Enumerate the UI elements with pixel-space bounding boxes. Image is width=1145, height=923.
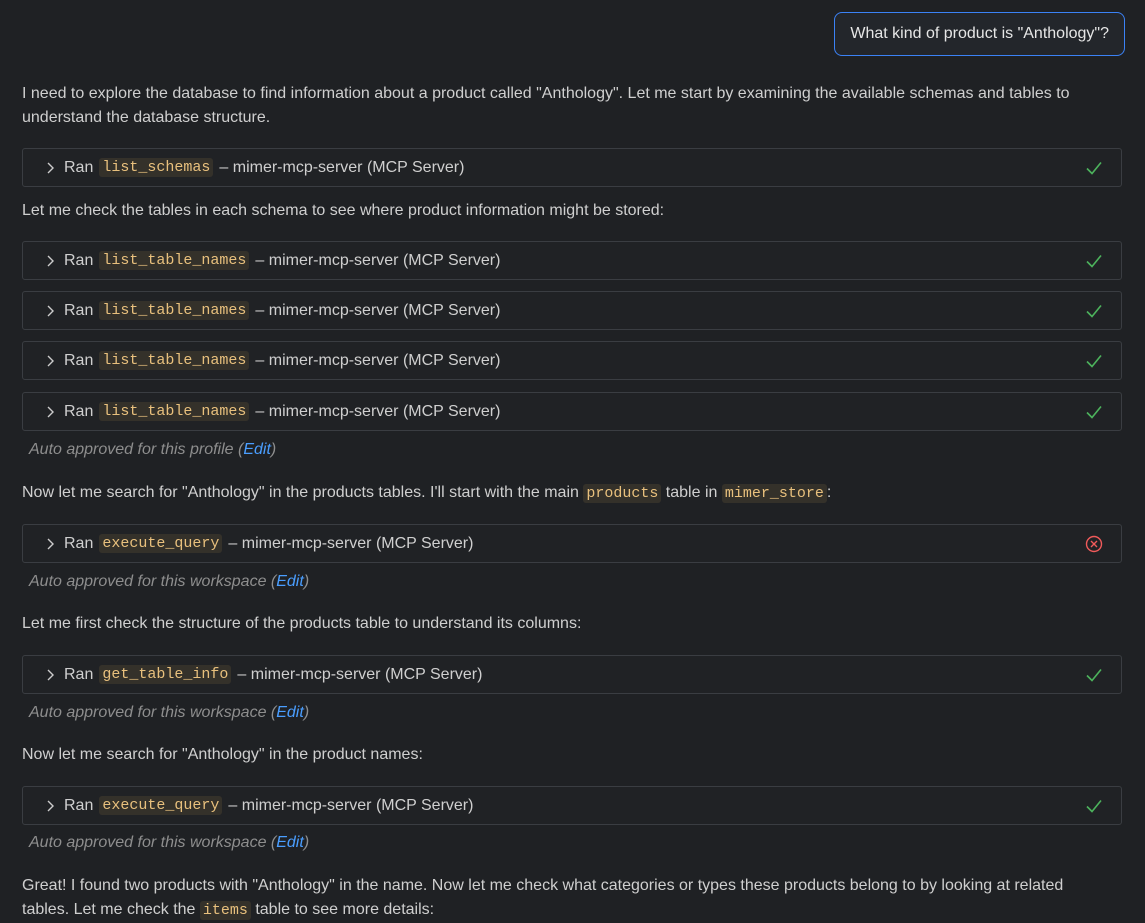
- ran-label: Ran: [64, 665, 94, 683]
- tool-name: list_table_names: [99, 251, 250, 270]
- check-icon: [1085, 159, 1103, 177]
- edit-link[interactable]: Edit: [243, 441, 271, 458]
- assistant-message: I need to explore the database to find i…: [22, 85, 1070, 126]
- tool-name: get_table_info: [99, 665, 232, 684]
- edit-link[interactable]: Edit: [276, 704, 304, 721]
- chevron-right-icon: [44, 354, 58, 368]
- assistant-message: Let me first check the structure of the …: [22, 615, 582, 632]
- assistant-message: Great! I found two products with "Anthol…: [22, 877, 1064, 920]
- server-label: – mimer-mcp-server (MCP Server): [219, 158, 465, 176]
- server-label: – mimer-mcp-server (MCP Server): [228, 796, 474, 814]
- check-icon: [1085, 797, 1103, 815]
- tool-name: execute_query: [99, 796, 223, 815]
- auto-approved-note: Auto approved for this workspace (Edit): [29, 573, 310, 590]
- server-label: – mimer-mcp-server (MCP Server): [255, 351, 501, 369]
- chevron-right-icon: [44, 304, 58, 318]
- tool-call-execute-query[interactable]: Ran execute_query – mimer-mcp-server (MC…: [22, 786, 1122, 825]
- inline-code: products: [583, 484, 662, 503]
- check-icon: [1085, 302, 1103, 320]
- ran-label: Ran: [64, 402, 94, 420]
- assistant-message: Now let me search for "Anthology" in the…: [22, 484, 832, 503]
- auto-approved-note: Auto approved for this profile (Edit): [29, 441, 277, 458]
- chevron-right-icon: [44, 668, 58, 682]
- tool-name: list_schemas: [99, 158, 214, 177]
- tool-call-get-table-info[interactable]: Ran get_table_info – mimer-mcp-server (M…: [22, 655, 1122, 694]
- tool-name: list_table_names: [99, 301, 250, 320]
- tool-call-list-table-names[interactable]: Ran list_table_names – mimer-mcp-server …: [22, 392, 1122, 431]
- auto-approved-note: Auto approved for this workspace (Edit): [29, 834, 310, 851]
- tool-call-list-table-names[interactable]: Ran list_table_names – mimer-mcp-server …: [22, 241, 1122, 280]
- server-label: – mimer-mcp-server (MCP Server): [255, 402, 501, 420]
- assistant-message: Let me check the tables in each schema t…: [22, 202, 665, 219]
- edit-link[interactable]: Edit: [276, 573, 304, 590]
- tool-call-list-table-names[interactable]: Ran list_table_names – mimer-mcp-server …: [22, 341, 1122, 380]
- check-icon: [1085, 666, 1103, 684]
- tool-call-execute-query[interactable]: Ran execute_query – mimer-mcp-server (MC…: [22, 524, 1122, 563]
- inline-code: items: [199, 901, 251, 920]
- chevron-right-icon: [44, 405, 58, 419]
- check-icon: [1085, 403, 1103, 421]
- chevron-right-icon: [44, 537, 58, 551]
- ran-label: Ran: [64, 158, 94, 176]
- tool-name: execute_query: [99, 534, 223, 553]
- tool-name: list_table_names: [99, 402, 250, 421]
- check-icon: [1085, 352, 1103, 370]
- user-message: What kind of product is "Anthology"?: [834, 12, 1125, 56]
- ran-label: Ran: [64, 301, 94, 319]
- server-label: – mimer-mcp-server (MCP Server): [255, 251, 501, 269]
- tool-call-list-schemas[interactable]: Ran list_schemas – mimer-mcp-server (MCP…: [22, 148, 1122, 187]
- assistant-message: Now let me search for "Anthology" in the…: [22, 746, 423, 763]
- inline-code: mimer_store: [721, 484, 827, 503]
- ran-label: Ran: [64, 251, 94, 269]
- error-circle-icon: [1085, 535, 1103, 553]
- check-icon: [1085, 252, 1103, 270]
- ran-label: Ran: [64, 796, 94, 814]
- edit-link[interactable]: Edit: [276, 834, 304, 851]
- server-label: – mimer-mcp-server (MCP Server): [228, 534, 474, 552]
- auto-approved-note: Auto approved for this workspace (Edit): [29, 704, 310, 721]
- tool-call-list-table-names[interactable]: Ran list_table_names – mimer-mcp-server …: [22, 291, 1122, 330]
- ran-label: Ran: [64, 534, 94, 552]
- chevron-right-icon: [44, 161, 58, 175]
- chevron-right-icon: [44, 254, 58, 268]
- tool-name: list_table_names: [99, 351, 250, 370]
- chevron-right-icon: [44, 799, 58, 813]
- server-label: – mimer-mcp-server (MCP Server): [237, 665, 483, 683]
- ran-label: Ran: [64, 351, 94, 369]
- server-label: – mimer-mcp-server (MCP Server): [255, 301, 501, 319]
